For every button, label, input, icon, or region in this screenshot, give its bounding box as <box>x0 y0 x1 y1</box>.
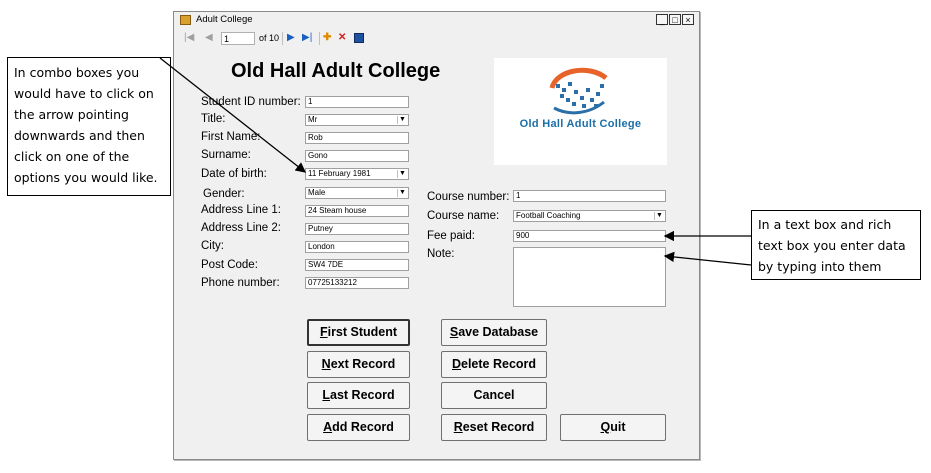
save-database-button[interactable]: Save Database <box>441 319 547 346</box>
binding-navigator: |◀ ◀ 1 of 10 ▶ ▶| ✚ ✕ <box>174 29 699 48</box>
city-label: City: <box>201 240 224 252</box>
save-icon[interactable] <box>354 33 364 43</box>
maximize-button[interactable]: □ <box>669 14 681 25</box>
move-next-icon[interactable]: ▶ <box>287 32 295 44</box>
next-record-button[interactable]: Next Record <box>307 351 410 378</box>
minimize-button[interactable]: _ <box>656 14 668 25</box>
address1-label: Address Line 1: <box>201 204 281 216</box>
phone-field[interactable]: 07725133212 <box>305 277 409 289</box>
city-field[interactable]: London <box>305 241 409 253</box>
logo-text: Old Hall Adult College <box>519 118 642 130</box>
course-number-field[interactable]: 1 <box>513 190 666 202</box>
phone-label: Phone number: <box>201 277 280 289</box>
surname-field[interactable]: Gono <box>305 150 409 162</box>
student-id-field[interactable]: 1 <box>305 96 409 108</box>
fee-paid-label: Fee paid: <box>427 230 475 242</box>
last-record-button[interactable]: Last Record <box>307 382 410 409</box>
move-previous-icon[interactable]: ◀ <box>205 32 213 44</box>
title-bar: Adult College _ □ × <box>174 12 699 30</box>
position-input[interactable]: 1 <box>221 32 255 45</box>
course-name-combo-value: Football Coaching <box>516 211 581 220</box>
surname-label: Surname: <box>201 149 251 161</box>
record-count-label: of 10 <box>259 33 280 43</box>
course-name-combo[interactable]: Football Coaching ▼ <box>513 210 666 222</box>
cancel-button[interactable]: Cancel <box>441 382 547 409</box>
postcode-field[interactable]: SW4 7DE <box>305 259 409 271</box>
address1-field[interactable]: 24 Steam house <box>305 205 409 217</box>
text-box-callout-text: In a text box and rich text box you ente… <box>758 217 906 274</box>
chevron-down-icon[interactable]: ▼ <box>397 116 407 124</box>
reset-record-button[interactable]: Reset Record <box>441 414 547 441</box>
combo-box-callout-text: In combo boxes you would have to click o… <box>14 65 158 185</box>
dob-picker-value: 11 February 1981 <box>308 169 371 178</box>
title-label: Title: <box>201 113 226 125</box>
note-rich-text-box[interactable] <box>513 247 666 307</box>
fee-paid-field[interactable]: 900 <box>513 230 666 242</box>
close-button[interactable]: × <box>682 14 694 25</box>
app-window: Adult College _ □ × |◀ ◀ 1 of 10 ▶ ▶| ✚ … <box>173 11 700 460</box>
add-new-icon[interactable]: ✚ <box>323 32 331 44</box>
address2-field[interactable]: Putney <box>305 223 409 235</box>
move-last-icon[interactable]: ▶| <box>302 32 312 44</box>
chevron-down-icon[interactable]: ▼ <box>397 189 407 197</box>
course-name-label: Course name: <box>427 210 500 222</box>
first-name-label: First Name: <box>201 131 261 143</box>
dob-label: Date of birth: <box>201 168 267 180</box>
dob-picker[interactable]: 11 February 1981 ▼ <box>305 168 409 180</box>
text-box-callout: In a text box and rich text box you ente… <box>751 210 921 280</box>
gender-combo-value: Male <box>308 188 326 197</box>
note-label: Note: <box>427 248 455 260</box>
app-icon <box>180 15 191 25</box>
combo-box-callout: In combo boxes you would have to click o… <box>7 57 171 196</box>
page-title: Old Hall Adult College <box>231 60 441 82</box>
delete-icon[interactable]: ✕ <box>338 32 346 44</box>
chevron-down-icon[interactable]: ▼ <box>654 212 664 220</box>
first-student-button[interactable]: First Student <box>307 319 410 346</box>
gender-combo[interactable]: Male ▼ <box>305 187 409 199</box>
window-title: Adult College <box>196 14 253 25</box>
student-id-label: Student ID number: <box>201 96 301 108</box>
postcode-label: Post Code: <box>201 259 258 271</box>
add-record-button[interactable]: Add Record <box>307 414 410 441</box>
gender-label: Gender: <box>203 188 245 200</box>
course-number-label: Course number: <box>427 191 510 203</box>
quit-button[interactable]: Quit <box>560 414 666 441</box>
chevron-down-icon[interactable]: ▼ <box>397 170 407 178</box>
first-name-field[interactable]: Rob <box>305 132 409 144</box>
title-combo-value: Mr <box>308 115 318 124</box>
college-logo: Old Hall Adult College <box>494 58 667 165</box>
address2-label: Address Line 2: <box>201 222 281 234</box>
move-first-icon[interactable]: |◀ <box>184 32 194 44</box>
title-combo[interactable]: Mr ▼ <box>305 114 409 126</box>
delete-record-button[interactable]: Delete Record <box>441 351 547 378</box>
